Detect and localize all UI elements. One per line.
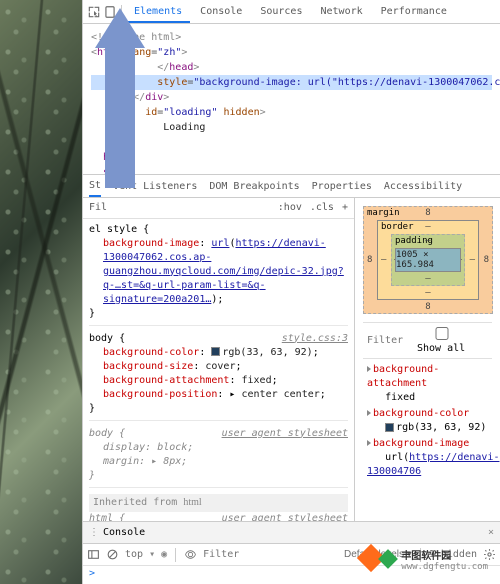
computed-filter-input[interactable] <box>367 335 417 346</box>
rule-body[interactable]: body {style.css:3 background-color: rgb(… <box>89 332 348 421</box>
tab-performance[interactable]: Performance <box>373 2 455 21</box>
context-selector[interactable]: top <box>125 549 143 560</box>
tab-elements[interactable]: Elements <box>126 2 190 23</box>
rule-element-style[interactable]: el style { background-image: url(https:/… <box>89 223 348 326</box>
color-swatch[interactable] <box>211 347 220 356</box>
show-all-checkbox[interactable] <box>417 327 467 340</box>
close-icon[interactable]: × <box>488 527 494 538</box>
box-model[interactable]: margin 8 8 8 8 border – – – – padding – … <box>363 206 493 314</box>
sidebar-toggle-icon[interactable] <box>87 548 100 561</box>
styles-pane: Fil :hov .cls + el style { background-im… <box>83 198 355 521</box>
subtab-properties[interactable]: Properties <box>312 181 372 192</box>
hov-toggle[interactable]: :hov <box>278 202 302 213</box>
subtab-accessibility[interactable]: Accessibility <box>384 181 462 192</box>
rule-body-ua[interactable]: body {user agent stylesheet display: blo… <box>89 427 348 488</box>
device-toggle-icon[interactable] <box>103 5 117 19</box>
watermark-logo-icon <box>361 542 395 576</box>
inspect-icon[interactable] <box>87 5 101 19</box>
console-filter-input[interactable] <box>203 549 263 560</box>
clear-console-icon[interactable] <box>106 548 119 561</box>
devtools-tabs: Elements Console Sources Network Perform… <box>83 0 500 24</box>
tab-network[interactable]: Network <box>312 2 370 21</box>
styles-filter[interactable]: Fil <box>89 202 107 213</box>
styles-subtabs: St vent Listeners DOM Breakpoints Proper… <box>83 174 500 198</box>
eye-icon[interactable] <box>184 548 197 561</box>
computed-pane: margin 8 8 8 8 border – – – – padding – … <box>355 198 500 521</box>
tab-sources[interactable]: Sources <box>252 2 310 21</box>
subtab-listeners[interactable]: vent Listeners <box>113 181 197 192</box>
cls-toggle[interactable]: .cls <box>310 202 334 213</box>
computed-properties[interactable]: background-attachment fixed background-c… <box>363 359 492 485</box>
tab-console[interactable]: Console <box>192 2 250 21</box>
subtab-styles[interactable]: St <box>89 180 101 197</box>
drawer-tab-console[interactable]: Console <box>103 527 145 538</box>
background-image <box>0 0 82 584</box>
subtab-breakpoints[interactable]: DOM Breakpoints <box>209 181 299 192</box>
inherited-divider: Inherited from html <box>89 494 348 512</box>
add-rule-button[interactable]: + <box>342 202 348 213</box>
devtools-panel: Elements Console Sources Network Perform… <box>82 0 500 584</box>
watermark: 丰图软件园 www.dgfengtu.com <box>361 542 488 576</box>
rule-html-ua[interactable]: html {user agent stylesheet <box>89 512 348 521</box>
dom-tree[interactable]: <!doctype html> <html lang="zh"> </head>… <box>83 24 500 174</box>
